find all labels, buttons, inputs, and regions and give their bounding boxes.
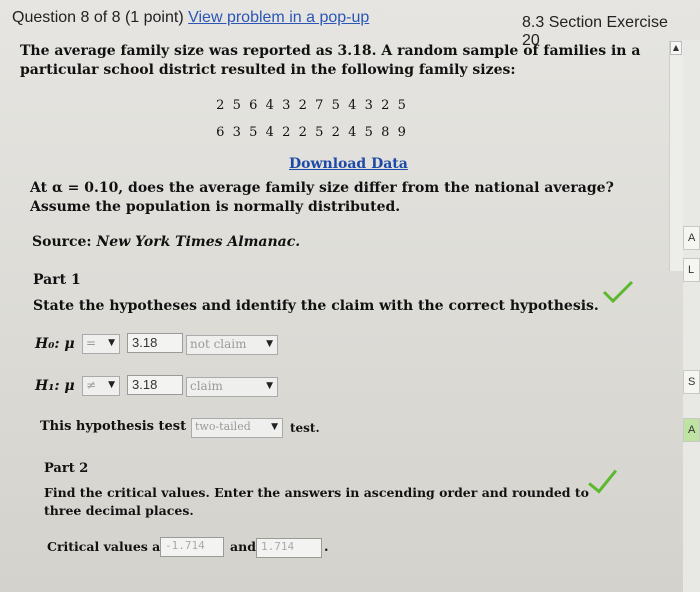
data-value: 6 bbox=[249, 98, 258, 113]
critical-values-and: and bbox=[230, 539, 256, 554]
h1-value-field[interactable]: 3.18 bbox=[127, 375, 183, 395]
side-button-3[interactable]: S bbox=[683, 370, 700, 394]
data-value: 5 bbox=[232, 98, 241, 113]
problem-statement: The average family size was reported as … bbox=[20, 43, 641, 78]
scroll-up-icon[interactable]: ▲ bbox=[670, 41, 682, 55]
data-value: 5 bbox=[397, 98, 406, 113]
chevron-down-icon: ▼ bbox=[108, 380, 115, 390]
data-value: 9 bbox=[397, 125, 406, 140]
data-value: 3 bbox=[232, 125, 241, 140]
h0-claim-select[interactable]: not claim ▼ bbox=[186, 335, 278, 355]
chevron-down-icon: ▼ bbox=[108, 338, 115, 348]
h0-relation-select[interactable]: = ▼ bbox=[82, 334, 120, 354]
h0-relation-value: = bbox=[86, 336, 97, 350]
data-value: 4 bbox=[348, 125, 357, 140]
question-header: Question 8 of 8 (1 point) View problem i… bbox=[0, 0, 680, 49]
h0-claim-value: not claim bbox=[190, 337, 247, 351]
question-label: Question 8 of 8 (1 point) bbox=[12, 9, 184, 26]
question-text: At α = 0.10, does the average family siz… bbox=[30, 180, 614, 215]
data-value: 5 bbox=[364, 125, 373, 140]
h0-value-field[interactable]: 3.18 bbox=[127, 333, 183, 353]
source-name: New York Times Almanac. bbox=[96, 234, 301, 250]
data-value: 2 bbox=[298, 98, 307, 113]
data-value: 2 bbox=[298, 125, 307, 140]
side-button-4[interactable]: A bbox=[683, 418, 700, 442]
data-value: 5 bbox=[249, 125, 258, 140]
critical-values-prefix: Critical values are bbox=[47, 539, 175, 554]
data-value: 2 bbox=[282, 125, 291, 140]
right-side-panel bbox=[683, 40, 700, 592]
side-button-2[interactable]: L bbox=[683, 258, 700, 282]
h1-relation-select[interactable]: ≠ ▼ bbox=[82, 376, 120, 396]
h1-claim-select[interactable]: claim ▼ bbox=[186, 377, 278, 397]
data-value: 5 bbox=[315, 125, 324, 140]
scrollbar[interactable]: ▲ bbox=[669, 41, 683, 271]
data-value: 5 bbox=[331, 98, 340, 113]
chevron-down-icon: ▼ bbox=[266, 339, 273, 349]
chevron-down-icon: ▼ bbox=[266, 381, 273, 391]
download-data-link[interactable]: Download Data bbox=[289, 156, 408, 172]
critical-value-1-field[interactable]: -1.714 bbox=[160, 537, 224, 557]
critical-value-2-field[interactable]: 1.714 bbox=[256, 538, 322, 558]
view-popup-link[interactable]: View problem in a pop-up bbox=[188, 9, 369, 26]
test-type-prefix: This hypothesis test is a bbox=[40, 419, 216, 434]
chevron-down-icon: ▼ bbox=[271, 422, 278, 432]
critical-values-suffix: . bbox=[324, 540, 329, 555]
data-value: 2 bbox=[381, 98, 390, 113]
data-value: 3 bbox=[364, 98, 373, 113]
part1-title: Part 1 bbox=[33, 272, 81, 288]
h1-claim-value: claim bbox=[190, 379, 223, 393]
h1-relation-value: ≠ bbox=[86, 378, 97, 392]
data-value: 4 bbox=[265, 125, 274, 140]
data-row-1: 256432754325 bbox=[212, 98, 410, 113]
data-value: 2 bbox=[331, 125, 340, 140]
question-title: Question 8 of 8 (1 point) View problem i… bbox=[12, 9, 369, 27]
side-button-1[interactable]: A bbox=[683, 226, 700, 250]
part1-check-icon bbox=[602, 280, 634, 304]
data-row-2: 635422524589 bbox=[212, 125, 410, 140]
data-value: 3 bbox=[282, 98, 291, 113]
source-line: Source: New York Times Almanac. bbox=[32, 234, 300, 250]
data-value: 8 bbox=[381, 125, 390, 140]
source-label: Source: bbox=[32, 234, 92, 250]
part1-instruction: State the hypotheses and identify the cl… bbox=[33, 298, 599, 314]
data-value: 7 bbox=[315, 98, 324, 113]
test-type-value: two-tailed bbox=[195, 420, 251, 433]
h0-label: H₀: μ bbox=[35, 336, 75, 352]
part2-title: Part 2 bbox=[44, 461, 89, 476]
test-type-select[interactable]: two-tailed ▼ bbox=[191, 418, 283, 438]
test-type-suffix: test. bbox=[290, 421, 320, 435]
part2-instruction: Find the critical values. Enter the answ… bbox=[44, 485, 589, 518]
screen: Question 8 of 8 (1 point) View problem i… bbox=[0, 0, 700, 592]
data-value: 2 bbox=[216, 98, 225, 113]
data-value: 4 bbox=[265, 98, 274, 113]
data-value: 4 bbox=[348, 98, 357, 113]
h1-label: H₁: μ bbox=[35, 378, 75, 394]
data-value: 6 bbox=[216, 125, 225, 140]
